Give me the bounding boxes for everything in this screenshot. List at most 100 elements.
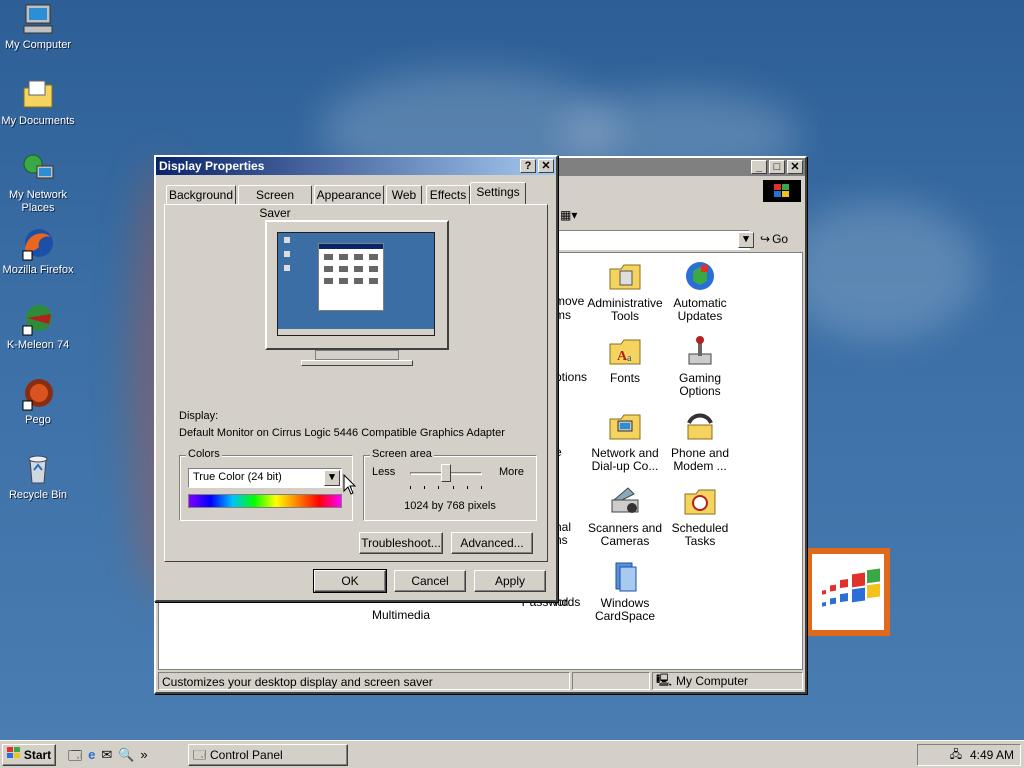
cp-item-gaming-options[interactable]: Gaming Options [662, 334, 738, 398]
taskbar: Start 🗔 e ✉ 🔍 » 🗔 Control Panel 🖧 4:49 A… [0, 740, 1024, 768]
dialog-close-button[interactable]: ✕ [538, 159, 554, 173]
preview-screen [277, 232, 435, 336]
ie-icon[interactable]: e [88, 747, 95, 768]
windows-logo [806, 548, 890, 636]
recycle-bin-icon [21, 452, 55, 486]
my-documents-icon [21, 78, 55, 112]
tab-screen-saver[interactable]: Screen Saver [238, 185, 312, 220]
cp-item-network-dialup[interactable]: Network and Dial-up Co... [587, 409, 663, 473]
go-button[interactable]: ↪ Go [760, 232, 788, 246]
display-label: Display: [179, 410, 219, 422]
start-button[interactable]: Start [2, 744, 56, 766]
tab-background[interactable]: Background [166, 185, 236, 204]
desktop-icon-k-meleon[interactable]: K-Meleon 74 [0, 302, 76, 352]
go-label: Go [772, 232, 789, 246]
cp-item-scanners-cameras[interactable]: Scanners and Cameras [587, 484, 663, 548]
desktop-icon-network-places[interactable]: My Network Places [0, 152, 76, 215]
ok-label: OK [341, 574, 359, 588]
cp-item-label: Phone and Modem ... [670, 446, 730, 473]
advanced-button[interactable]: Advanced... [451, 532, 533, 554]
desktop-icon-label: Recycle Bin [8, 489, 68, 501]
desktop-icon-firefox[interactable]: Mozilla Firefox [0, 227, 76, 277]
chevron-icon[interactable]: » [140, 747, 147, 768]
status-zone: 🖳 My Computer [652, 672, 803, 690]
windows-flag-badge [763, 180, 801, 202]
views-icon[interactable]: ▦▾ [560, 208, 577, 222]
slider-thumb[interactable] [441, 464, 451, 482]
cp-item-windows-cardspace[interactable]: Windows CardSpace [587, 559, 663, 623]
outlook-icon[interactable]: ✉ [101, 747, 112, 768]
tab-label: Appearance [316, 188, 382, 202]
screen-area-group: Screen area Less More 1024 by 768 pixels [363, 448, 537, 521]
apply-button[interactable]: Apply [474, 570, 546, 592]
cp-item-automatic-updates[interactable]: Automatic Updates [662, 259, 738, 323]
show-desktop-icon[interactable]: 🗔 [68, 747, 82, 768]
quick-launch: 🗔 e ✉ 🔍 » [68, 747, 148, 768]
desktop-icon-recycle-bin[interactable]: Recycle Bin [0, 452, 76, 502]
tab-effects[interactable]: Effects [426, 185, 470, 204]
colors-dropdown-button[interactable]: ▾ [324, 470, 340, 486]
taskbar-item-control-panel[interactable]: 🗔 Control Panel [188, 744, 348, 766]
desktop-icon-label: Mozilla Firefox [2, 264, 74, 276]
display-properties-dialog: Display Properties ? ✕ Background Screen… [154, 155, 558, 602]
resolution-value: 1024 by 768 pixels [404, 500, 496, 512]
troubleshoot-button[interactable]: Troubleshoot... [359, 532, 443, 554]
cp-item-scheduled-tasks[interactable]: Scheduled Tasks [662, 484, 738, 548]
desktop-icon-label: Pego [25, 414, 51, 426]
tab-strip: Background Screen Saver Appearance Web E… [164, 182, 544, 220]
cp-item-label: Fonts [609, 371, 640, 385]
network-tray-icon[interactable]: 🖧 [950, 746, 962, 765]
advanced-label: Advanced... [460, 536, 524, 550]
tab-web[interactable]: Web [386, 185, 422, 204]
tab-label: Effects [429, 188, 467, 202]
address-dropdown-button[interactable]: ▾ [738, 232, 754, 248]
desktop-icon-label: My Documents [1, 115, 75, 127]
cp-item-label: Multimedia [371, 608, 431, 622]
maximize-button[interactable]: □ [769, 160, 785, 174]
tab-settings[interactable]: Settings [470, 182, 526, 205]
desktop-icon-label: My Network Places [8, 189, 68, 214]
tab-appearance[interactable]: Appearance [314, 185, 384, 204]
control-panel-small-icon: 🗔 [193, 748, 207, 762]
colors-group-label: Colors [186, 448, 222, 460]
colors-group: Colors True Color (24 bit) ▾ [179, 448, 353, 521]
system-tray: 🖧 4:49 AM [917, 744, 1021, 766]
address-input[interactable] [554, 230, 750, 250]
tab-label: Settings [476, 185, 520, 199]
cardspace-icon [608, 559, 642, 593]
cp-item-label: Automatic Updates [673, 296, 727, 323]
go-arrow-icon: ↪ [760, 232, 771, 246]
less-label: Less [372, 466, 396, 478]
cp-item-label: Administrative Tools [587, 296, 663, 323]
minimize-button[interactable]: _ [751, 160, 767, 174]
ok-button[interactable]: OK [313, 569, 387, 593]
cancel-button[interactable]: Cancel [394, 570, 466, 592]
start-label: Start [23, 748, 52, 762]
help-button[interactable]: ? [520, 159, 536, 173]
cp-item-fonts[interactable]: Aa Fonts [587, 334, 663, 385]
desktop-icon-pego[interactable]: Pego [0, 377, 76, 427]
more-label: More [498, 466, 524, 478]
cp-item-multimedia[interactable]: Multimedia [363, 609, 439, 622]
pego-icon [21, 377, 55, 411]
cp-item-label: Network and Dial-up Co... [591, 446, 659, 473]
dialog-titlebar: Display Properties ? ✕ [156, 157, 556, 175]
clock[interactable]: 4:49 AM [970, 748, 1014, 762]
colors-selected-value: True Color (24 bit) [193, 471, 282, 483]
cp-item-administrative-tools[interactable]: Administrative Tools [587, 259, 663, 323]
close-button[interactable]: ✕ [787, 160, 803, 174]
monitor-preview [265, 220, 449, 368]
desktop-icon-my-documents[interactable]: My Documents [0, 78, 76, 128]
cp-item-phone-modem[interactable]: Phone and Modem ... [662, 409, 738, 473]
windows-start-icon [6, 745, 21, 765]
partial-label: move [555, 294, 585, 308]
k-meleon-icon [21, 302, 55, 336]
search-icon[interactable]: 🔍 [118, 747, 134, 768]
tab-page: Display: Default Monitor on Cirrus Logic… [164, 204, 548, 562]
colors-select[interactable]: True Color (24 bit) ▾ [188, 468, 342, 488]
my-computer-small-icon: 🖳 [656, 672, 673, 687]
resolution-slider[interactable] [410, 464, 482, 490]
desktop-icon-my-computer[interactable]: My Computer [0, 2, 76, 52]
network-dialup-icon [608, 409, 642, 443]
automatic-updates-icon [683, 259, 717, 293]
